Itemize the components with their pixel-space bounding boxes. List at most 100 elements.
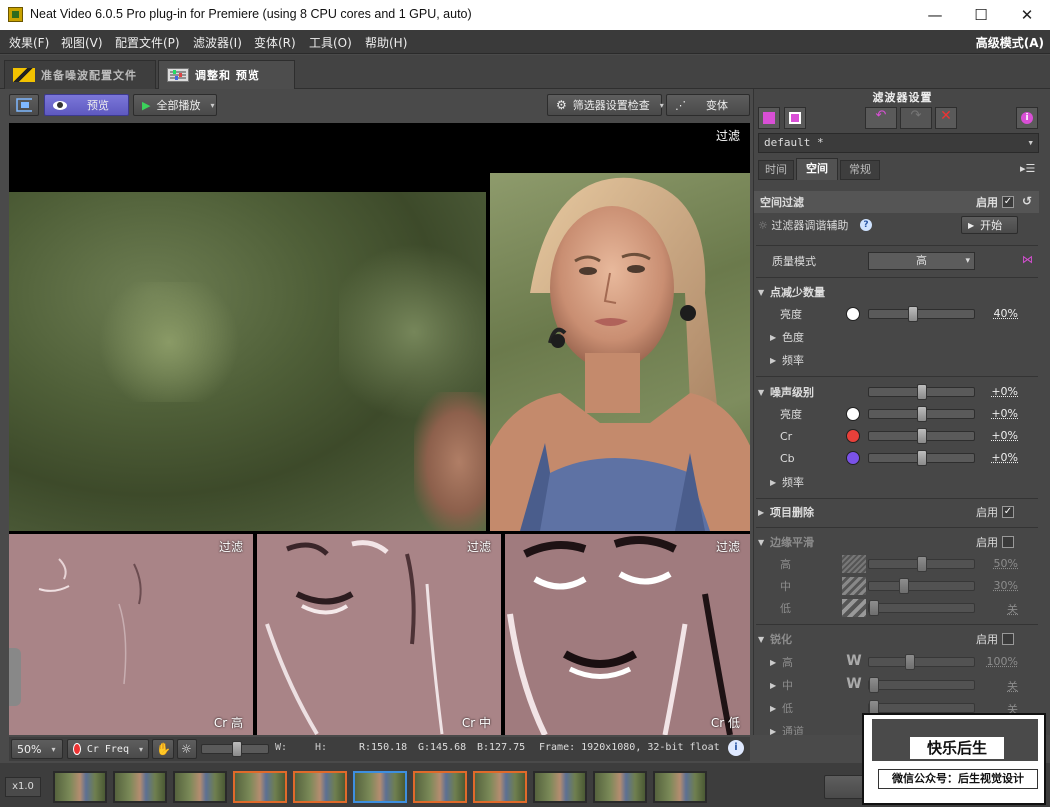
playback-speed[interactable]: x1.0: [5, 777, 41, 797]
sharpen-mid-slider[interactable]: [868, 677, 975, 693]
sharpen-low-slider[interactable]: [868, 700, 975, 716]
frame-thumbnail[interactable]: [113, 771, 167, 803]
subtab-spatial[interactable]: 空间: [796, 158, 838, 180]
artifact-removal-row[interactable]: ▶ 项目删除 启用 ✓: [754, 501, 1039, 523]
tab-prepare-profile[interactable]: 准备噪波配置文件: [4, 60, 156, 89]
start-button[interactable]: ▶ 开始: [961, 216, 1018, 234]
frame-thumbnail[interactable]: [293, 771, 347, 803]
tab-adjust-preview[interactable]: 调整和 预览: [158, 60, 295, 89]
frame-thumbnail-current[interactable]: [353, 771, 407, 803]
play-all-button[interactable]: ▶ 全部播放: [133, 94, 217, 116]
slider-knob[interactable]: [917, 384, 927, 400]
quality-value: 高: [916, 254, 927, 267]
quality-select[interactable]: 高 ▾: [868, 252, 975, 270]
expand-right-icon: ▶: [770, 332, 777, 342]
gear-icon: ⚙: [556, 98, 567, 112]
edge-smoothing-checkbox[interactable]: [1002, 536, 1014, 548]
preview-button[interactable]: 预览: [44, 94, 129, 116]
save-profile-button[interactable]: [784, 107, 806, 129]
freq-select[interactable]: Cr Freq: [67, 739, 149, 759]
noise-level-slider[interactable]: [868, 384, 975, 400]
subtab-general[interactable]: 常规: [840, 160, 880, 180]
menu-help[interactable]: 帮助(H): [365, 34, 407, 51]
help-icon[interactable]: ?: [860, 219, 872, 231]
hand-tool-button[interactable]: ✋: [152, 739, 174, 759]
frame-thumbnail[interactable]: [533, 771, 587, 803]
menu-effects[interactable]: 效果(F): [9, 34, 49, 51]
slider-knob[interactable]: [869, 677, 879, 693]
noise-reduction-row[interactable]: ▼ 点减少数量: [754, 281, 1039, 303]
menu-filter[interactable]: 滤波器(I): [193, 34, 242, 51]
ok-button-partial[interactable]: [824, 775, 864, 799]
sharpen-high-slider[interactable]: [868, 654, 975, 670]
info-button[interactable]: i: [1016, 107, 1038, 129]
slider-knob[interactable]: [907, 306, 918, 322]
zoom-select[interactable]: 50%: [11, 739, 63, 759]
reset-icon[interactable]: ↺: [1022, 194, 1032, 208]
frame-thumbnail[interactable]: [593, 771, 647, 803]
slider-knob[interactable]: [917, 428, 927, 444]
frame-thumbnail[interactable]: [653, 771, 707, 803]
edge-low-slider[interactable]: [868, 600, 975, 616]
frame-thumbnail[interactable]: [53, 771, 107, 803]
reset-button[interactable]: ✕: [935, 107, 957, 129]
edge-mid-slider[interactable]: [868, 578, 975, 594]
advanced-mode-toggle[interactable]: 高级模式(A): [976, 34, 1044, 51]
edge-high-slider[interactable]: [868, 556, 975, 572]
menu-variant[interactable]: 变体(R): [254, 34, 296, 51]
fit-view-button[interactable]: [9, 94, 39, 116]
frame-thumbnail[interactable]: [473, 771, 527, 803]
noise-level-row[interactable]: ▼ 噪声级别 +0%: [754, 381, 1039, 403]
b-readout: B:127.75: [477, 742, 526, 753]
slider-knob[interactable]: [917, 450, 927, 466]
slider-knob[interactable]: [232, 741, 242, 757]
watermark-overlay: 快乐后生 微信公众号：后生视觉设计: [862, 713, 1046, 805]
sharpening-checkbox[interactable]: [1002, 633, 1014, 645]
preview-viewer[interactable]: 过滤 过滤 Cr 高 过滤 Cr 中 过滤 Cr 低: [9, 123, 750, 735]
cr-level-slider[interactable]: [868, 428, 975, 444]
clapperboard-icon: [13, 68, 35, 82]
subtab-temporal[interactable]: 时间: [758, 160, 794, 180]
variant-button[interactable]: ⋰ 变体: [666, 94, 750, 116]
menu-view[interactable]: 视图(V): [61, 34, 103, 51]
spatial-filter-checkbox[interactable]: ✓: [1002, 196, 1014, 208]
side-drawer-handle[interactable]: [9, 648, 21, 706]
maximize-button[interactable]: ☐: [958, 0, 1004, 30]
undo-button[interactable]: ↶: [865, 107, 897, 129]
redo-button[interactable]: ↷: [900, 107, 932, 129]
nr-chroma-row[interactable]: ▶ 色度: [754, 326, 1039, 348]
slider-knob[interactable]: [869, 600, 879, 616]
profile-select[interactable]: default * ▾: [758, 133, 1039, 153]
menu-profile[interactable]: 配置文件(P): [115, 34, 180, 51]
close-button[interactable]: ✕: [1004, 0, 1050, 30]
nl-frequency-row[interactable]: ▶ 频率: [754, 471, 1039, 493]
panel-menu-icon[interactable]: ▸☰: [1020, 162, 1035, 175]
artifact-removal-checkbox[interactable]: ✓: [1002, 506, 1014, 518]
title-bar: Neat Video 6.0.5 Pro plug-in for Premier…: [0, 0, 1050, 30]
menu-tools[interactable]: 工具(O): [309, 34, 352, 51]
frame-thumbnail[interactable]: [413, 771, 467, 803]
edge-smoothing-row[interactable]: ▼ 边缘平滑 启用: [754, 531, 1039, 553]
texture-preview-icon: [842, 599, 866, 617]
brightness-slider[interactable]: [201, 741, 269, 757]
frame-thumbnail[interactable]: [233, 771, 287, 803]
open-profile-button[interactable]: [758, 107, 780, 129]
cb-level-slider[interactable]: [868, 450, 975, 466]
sharpening-row[interactable]: ▼ 锐化 启用: [754, 628, 1039, 650]
undo-icon: ↶: [875, 108, 887, 123]
frame-thumbnail[interactable]: [173, 771, 227, 803]
luma-level-slider[interactable]: [868, 406, 975, 422]
bowtie-icon[interactable]: ⋈: [1022, 253, 1033, 266]
info-icon[interactable]: i: [728, 740, 744, 756]
slider-knob[interactable]: [917, 406, 927, 422]
luma-reduction-slider[interactable]: [868, 306, 975, 322]
nr-frequency-row[interactable]: ▶ 频率: [754, 349, 1039, 371]
slider-knob[interactable]: [899, 578, 909, 594]
brightness-button[interactable]: ☼: [177, 739, 197, 759]
expand-right-icon: ▶: [758, 507, 765, 517]
minimize-button[interactable]: —: [912, 0, 958, 30]
slider-knob[interactable]: [905, 654, 915, 670]
filter-inspect-button[interactable]: ⚙ 筛选器设置检查: [547, 94, 662, 116]
slider-knob[interactable]: [917, 556, 927, 572]
expand-right-icon: ▶: [770, 680, 777, 690]
